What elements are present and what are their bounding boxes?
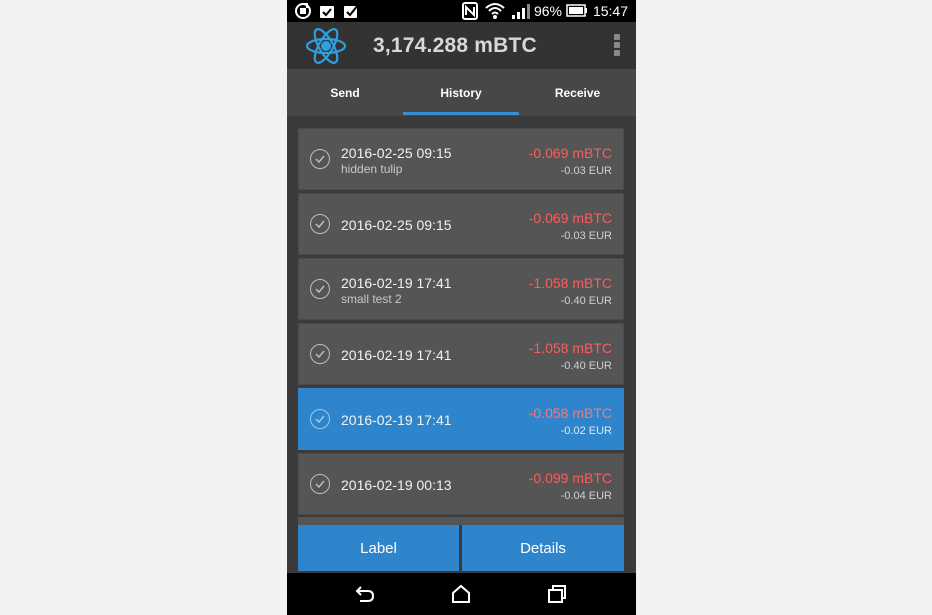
sync-icon: [295, 3, 311, 19]
label-button[interactable]: Label: [298, 525, 459, 571]
wifi-icon: [485, 3, 505, 19]
battery-percent: 96%: [533, 3, 562, 19]
signal-icon: [512, 4, 530, 19]
tab-indicator: [403, 112, 519, 115]
transaction-fiat: -0.03 EUR: [560, 230, 612, 242]
transaction-row[interactable]: 2016-02-19 17:41 -1.058 mBTC -0.40 EUR: [298, 323, 624, 385]
confirmed-check-icon: [310, 149, 330, 169]
transaction-date: 2016-02-19 17:41: [341, 275, 452, 291]
transaction-date: 2016-02-19 17:41: [341, 347, 452, 363]
navigation-bar: [287, 573, 636, 615]
transaction-amount: -1.058 mBTC: [528, 275, 612, 291]
transaction-label: small test 2: [341, 292, 402, 306]
task-done-icon: [320, 6, 334, 18]
transaction-row[interactable]: 2016-02-25 09:15 hidden tulip -0.069 mBT…: [298, 128, 624, 190]
battery-icon: [566, 4, 587, 17]
confirmed-check-icon: [310, 279, 330, 299]
details-button[interactable]: Details: [462, 525, 624, 571]
electrum-logo-icon: [305, 28, 347, 64]
transaction-row-partial: [298, 517, 624, 525]
confirmed-check-icon: [310, 214, 330, 234]
transaction-fiat: -0.40 EUR: [560, 295, 612, 307]
transaction-label: hidden tulip: [341, 162, 403, 176]
transaction-amount: -1.058 mBTC: [528, 340, 612, 356]
status-bar: 96% 15:47: [287, 0, 636, 22]
transaction-fiat: -0.02 EUR: [560, 425, 612, 437]
transaction-amount: -0.069 mBTC: [528, 145, 612, 161]
wallet-balance: 3,174.288 mBTC: [373, 34, 537, 57]
transaction-date: 2016-02-19 17:41: [341, 412, 452, 428]
transaction-row-selected[interactable]: 2016-02-19 17:41 -0.058 mBTC -0.02 EUR: [298, 388, 624, 450]
transaction-row[interactable]: 2016-02-19 00:13 -0.099 mBTC -0.04 EUR: [298, 453, 624, 515]
nfc-icon: [462, 2, 478, 20]
tab-send[interactable]: Send: [287, 69, 403, 117]
transaction-amount: -0.069 mBTC: [528, 210, 612, 226]
transaction-row[interactable]: 2016-02-19 17:41 small test 2 -1.058 mBT…: [298, 258, 624, 320]
confirmed-check-icon: [310, 344, 330, 364]
tab-history[interactable]: History: [403, 69, 519, 117]
transaction-date: 2016-02-19 00:13: [341, 477, 452, 493]
confirmed-check-icon: [310, 409, 330, 429]
home-icon[interactable]: [450, 584, 472, 604]
transaction-fiat: -0.40 EUR: [560, 360, 612, 372]
clipboard-check-icon: [344, 4, 359, 18]
transaction-amount: -0.058 mBTC: [528, 405, 612, 421]
clock: 15:47: [592, 3, 628, 19]
tab-bar: Send History Receive: [287, 69, 636, 117]
transaction-fiat: -0.04 EUR: [560, 490, 612, 502]
transaction-fiat: -0.03 EUR: [560, 165, 612, 177]
overflow-menu-icon[interactable]: [614, 34, 620, 58]
confirmed-check-icon: [310, 474, 330, 494]
app-bar: 3,174.288 mBTC: [287, 22, 636, 69]
recent-apps-icon[interactable]: [546, 584, 568, 604]
back-icon[interactable]: [354, 584, 376, 604]
transaction-date: 2016-02-25 09:15: [341, 145, 452, 161]
phone-screen: 96% 15:47 3,174.288 mBTC Send History Re…: [287, 0, 636, 615]
transaction-amount: -0.099 mBTC: [528, 470, 612, 486]
tab-receive[interactable]: Receive: [519, 69, 636, 117]
transaction-date: 2016-02-25 09:15: [341, 217, 452, 233]
transaction-row[interactable]: 2016-02-25 09:15 -0.069 mBTC -0.03 EUR: [298, 193, 624, 255]
